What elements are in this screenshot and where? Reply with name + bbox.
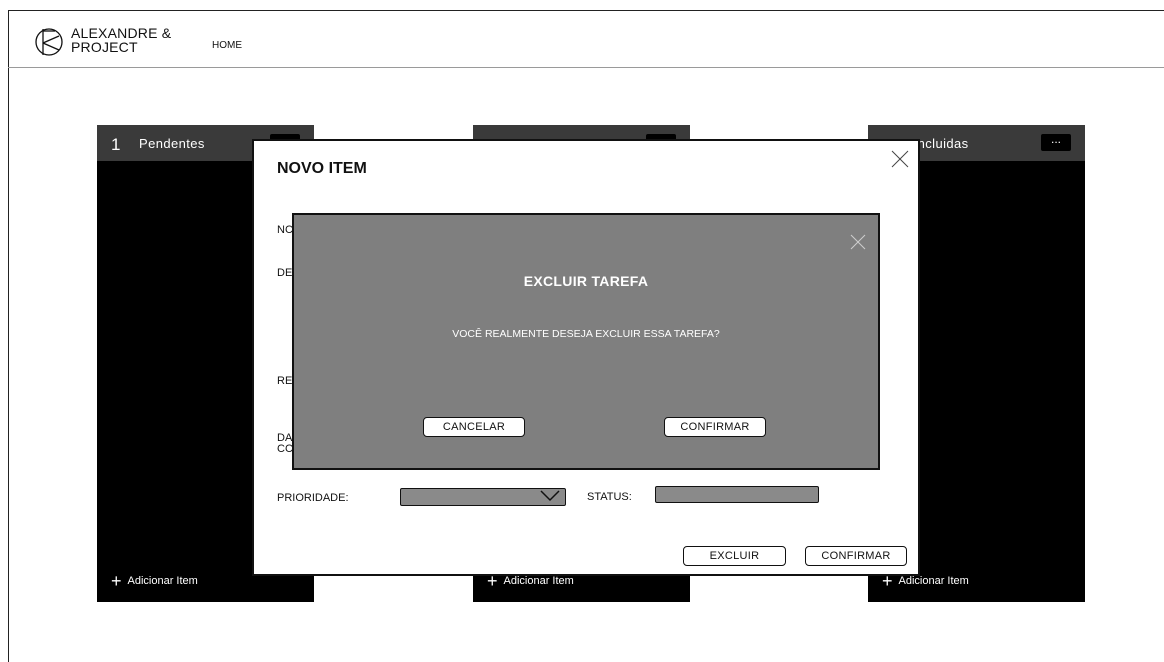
header-divider (8, 67, 1164, 68)
add-item-label: Adicionar Item (127, 575, 198, 587)
field-label-name: NC (277, 224, 293, 236)
column-menu-button[interactable]: ... (1041, 133, 1071, 151)
brand-line-1: ALEXANDRE & (71, 25, 172, 41)
field-label-date-line2: CC (277, 443, 293, 455)
delete-confirm-dialog: EXCLUIR TAREFA VOCÊ REALMENTE DESEJA EXC… (292, 213, 880, 470)
dialog-confirm-button[interactable]: CONFIRMAR (664, 417, 766, 437)
add-item-label: Adicionar Item (503, 575, 574, 587)
brand-name: ALEXANDRE & PROJECT (71, 26, 171, 54)
confirm-button[interactable]: CONFIRMAR (805, 546, 907, 566)
modal-title: NOVO ITEM (277, 160, 367, 177)
delete-button[interactable]: EXCLUIR (683, 546, 786, 566)
add-item-label: Adicionar Item (898, 575, 969, 587)
status-label: STATUS: (587, 491, 632, 503)
field-label-description: DE (277, 267, 293, 279)
close-icon[interactable] (850, 234, 866, 250)
logo-icon (35, 28, 63, 56)
status-field[interactable] (655, 486, 819, 503)
brand-line-2: PROJECT (71, 39, 138, 55)
column-title: Pendentes (139, 136, 205, 151)
field-label-responsible: RE (277, 375, 293, 387)
dialog-message: VOCÊ REALMENTE DESEJA EXCLUIR ESSA TAREF… (452, 328, 720, 340)
chevron-down-icon (540, 490, 560, 502)
priority-select[interactable] (400, 488, 566, 506)
add-item-button[interactable]: + Adicionar Item (111, 571, 198, 592)
cancel-button[interactable]: CANCELAR (423, 417, 525, 437)
close-icon[interactable] (891, 150, 909, 168)
dialog-title: EXCLUIR TAREFA (523, 273, 649, 289)
nav-home-link[interactable]: HOME (212, 40, 242, 51)
plus-icon: + (111, 571, 122, 591)
priority-label: PRIORIDADE: (277, 492, 349, 504)
column-count: 1 (111, 135, 121, 154)
